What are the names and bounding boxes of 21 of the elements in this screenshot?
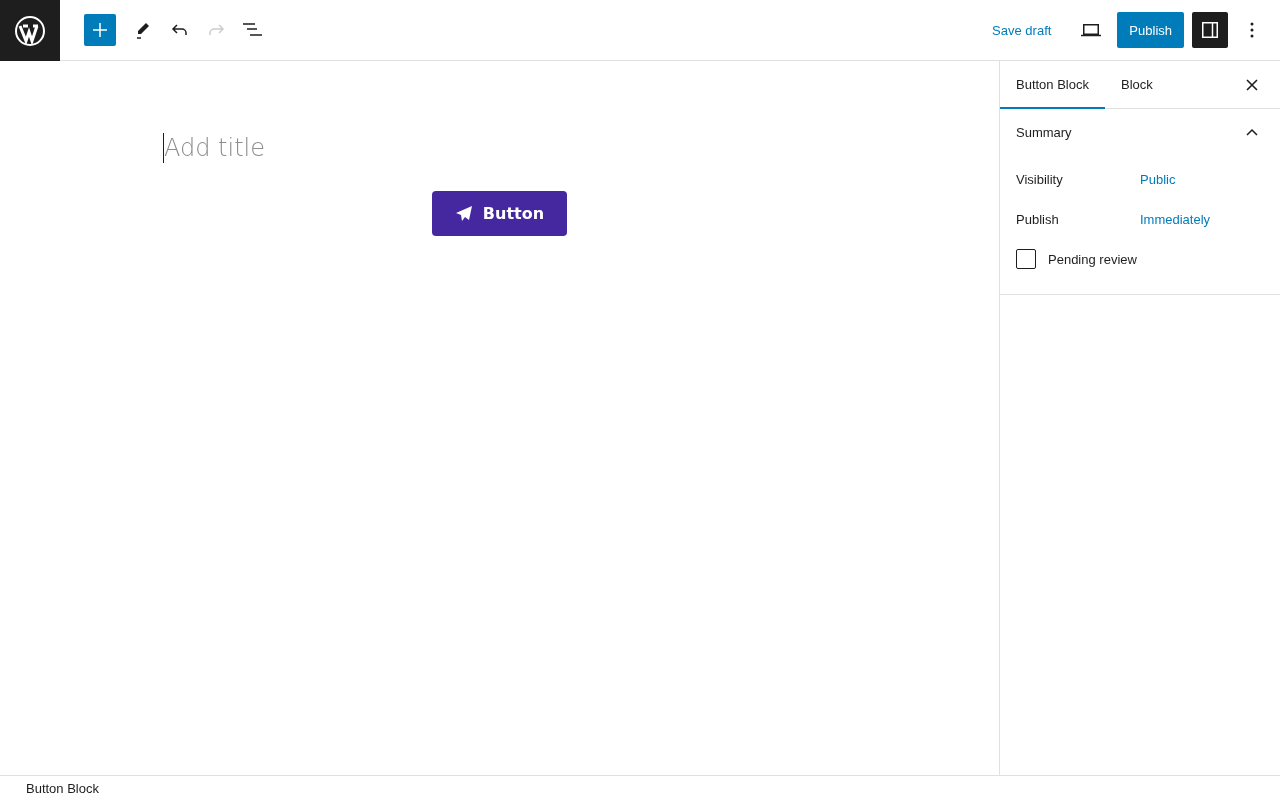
wordpress-logo-icon [15,15,45,46]
button-block[interactable]: Button [431,191,568,236]
setting-label: Publish [1016,211,1060,227]
summary-panel-toggle[interactable]: Summary [1000,109,1280,155]
sidebar-panel-icon [1201,21,1219,39]
setting-value-link[interactable]: Public [1140,171,1176,187]
chevron-icon [1246,128,1258,136]
breadcrumb-link[interactable]: Button Block [26,780,99,796]
wordpress-logo[interactable] [0,0,60,61]
publish-button[interactable]: Publish [1117,12,1184,48]
checkbox-label: Pending review [1048,251,1137,267]
sidebar-tab[interactable]: Button Block [1000,61,1105,109]
sidebar-tab[interactable]: Block [1105,61,1169,109]
settings-toggle-button[interactable] [1192,12,1228,48]
save-draft-button[interactable]: Save draft [980,12,1064,48]
paper-plane-icon [454,204,473,223]
plus-icon [92,22,108,38]
setting-label: Visibility [1016,171,1064,187]
setting-value-link[interactable]: Immediately [1140,211,1211,227]
pending-review-checkbox[interactable] [1016,249,1036,269]
add-block-button[interactable] [84,14,116,46]
